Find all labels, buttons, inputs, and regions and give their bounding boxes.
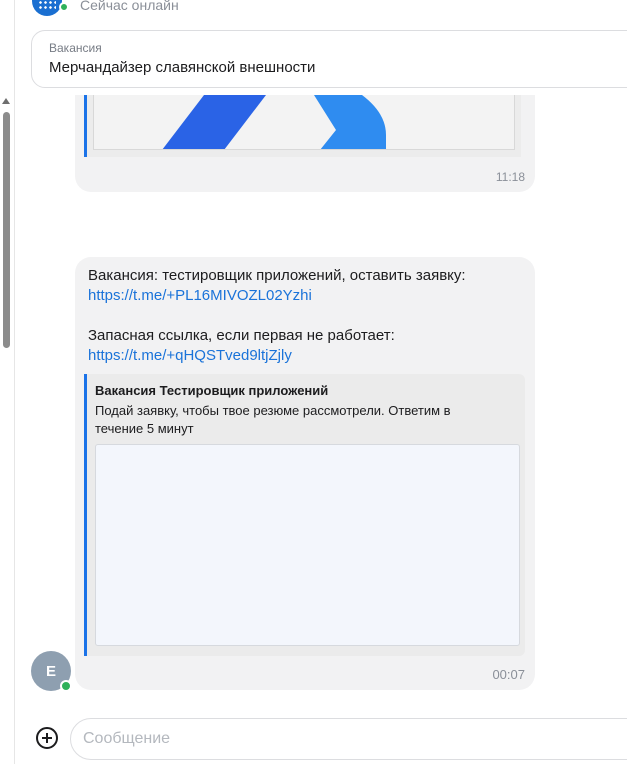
message-text: Вакансия: тестировщик приложений, остави… bbox=[88, 267, 466, 284]
vacancy-card[interactable]: Вакансия Мерчандайзер славянской внешнос… bbox=[31, 30, 627, 88]
message-input[interactable] bbox=[70, 718, 627, 760]
link-preview-description: Подай заявку, чтобы твое резюме рассмотр… bbox=[95, 403, 451, 436]
chat-header: Сейчас онлайн bbox=[0, 0, 627, 20]
sidebar-divider bbox=[14, 0, 15, 764]
attach-button[interactable] bbox=[36, 727, 58, 749]
link-preview-title: Вакансия Тестировщик приложений bbox=[95, 383, 329, 398]
link-preview[interactable]: Вакансия Тестировщик приложений Подай за… bbox=[84, 374, 525, 656]
online-indicator-icon bbox=[59, 2, 69, 12]
message-text: Запасная ссылка, если первая не работает… bbox=[88, 327, 395, 344]
message-link[interactable]: https://t.me/+PL16MIVOZL02Yzhi bbox=[88, 286, 312, 306]
online-indicator-icon bbox=[60, 680, 72, 692]
scroll-up-arrow-icon[interactable] bbox=[2, 98, 10, 104]
arrow-logo-icon bbox=[162, 95, 386, 149]
message-time: 00:07 bbox=[492, 667, 525, 682]
message-bubble: 11:18 bbox=[75, 95, 535, 192]
link-preview-image bbox=[95, 444, 520, 646]
online-status: Сейчас онлайн bbox=[80, 0, 179, 13]
plus-icon bbox=[42, 733, 52, 743]
chat-avatar[interactable] bbox=[32, 0, 62, 16]
link-preview-image bbox=[93, 95, 515, 150]
avatar-pattern-icon bbox=[38, 0, 56, 10]
vacancy-title: Мерчандайзер славянской внешности bbox=[49, 59, 316, 76]
link-preview[interactable] bbox=[84, 95, 521, 157]
message-bubble: Вакансия: тестировщик приложений, остави… bbox=[75, 257, 535, 690]
vacancy-label: Вакансия bbox=[49, 41, 102, 55]
message-link[interactable]: https://t.me/+qHQSTved9ltjZjly bbox=[88, 346, 292, 366]
scrollbar-thumb[interactable] bbox=[3, 112, 10, 348]
message-time: 11:18 bbox=[495, 170, 525, 184]
